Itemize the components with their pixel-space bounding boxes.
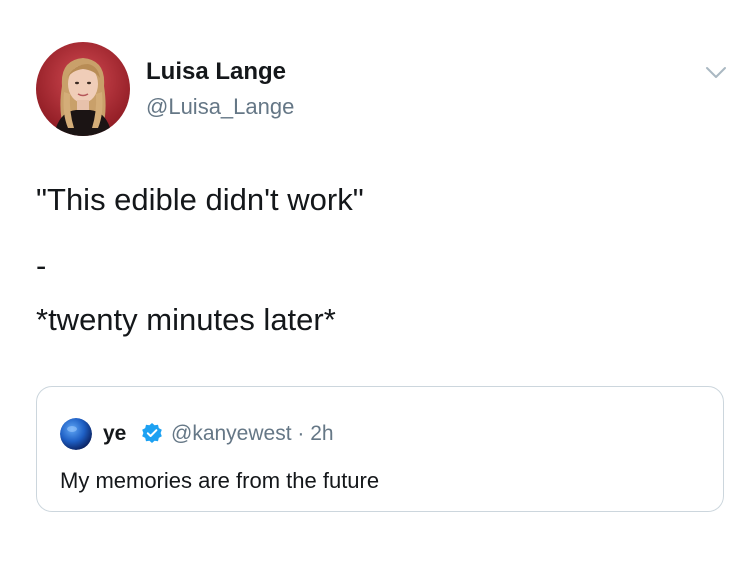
author-avatar[interactable] — [36, 42, 130, 136]
quoted-author-handle[interactable]: @kanyewest — [171, 422, 292, 445]
quoted-timestamp[interactable]: 2h — [310, 422, 333, 445]
meta-separator-dot: · — [297, 422, 305, 445]
quoted-author-name[interactable]: ye — [103, 422, 126, 446]
tweet-text-line-2: - — [36, 248, 47, 283]
tweet-text-line-1: "This edible didn't work" — [36, 182, 364, 217]
tweet-text-line-3: *twenty minutes later* — [36, 302, 336, 337]
author-avatar-photo — [36, 42, 130, 136]
quoted-tweet[interactable]: ye @kanyewest · 2h My memories are from … — [36, 386, 724, 512]
author-display-name[interactable]: Luisa Lange — [146, 58, 286, 86]
verified-badge-icon — [141, 422, 163, 444]
chevron-down-icon[interactable] — [701, 60, 731, 84]
tweet-card: Luisa Lange @Luisa_Lange "This edible di… — [0, 0, 740, 570]
quoted-meta: @kanyewest · 2h — [171, 422, 334, 446]
quoted-author-avatar-photo — [60, 418, 92, 450]
author-handle[interactable]: @Luisa_Lange — [146, 94, 294, 120]
quoted-tweet-text: My memories are from the future — [60, 468, 380, 493]
meta-separator: · — [292, 422, 311, 445]
quoted-author-avatar[interactable] — [60, 418, 92, 450]
